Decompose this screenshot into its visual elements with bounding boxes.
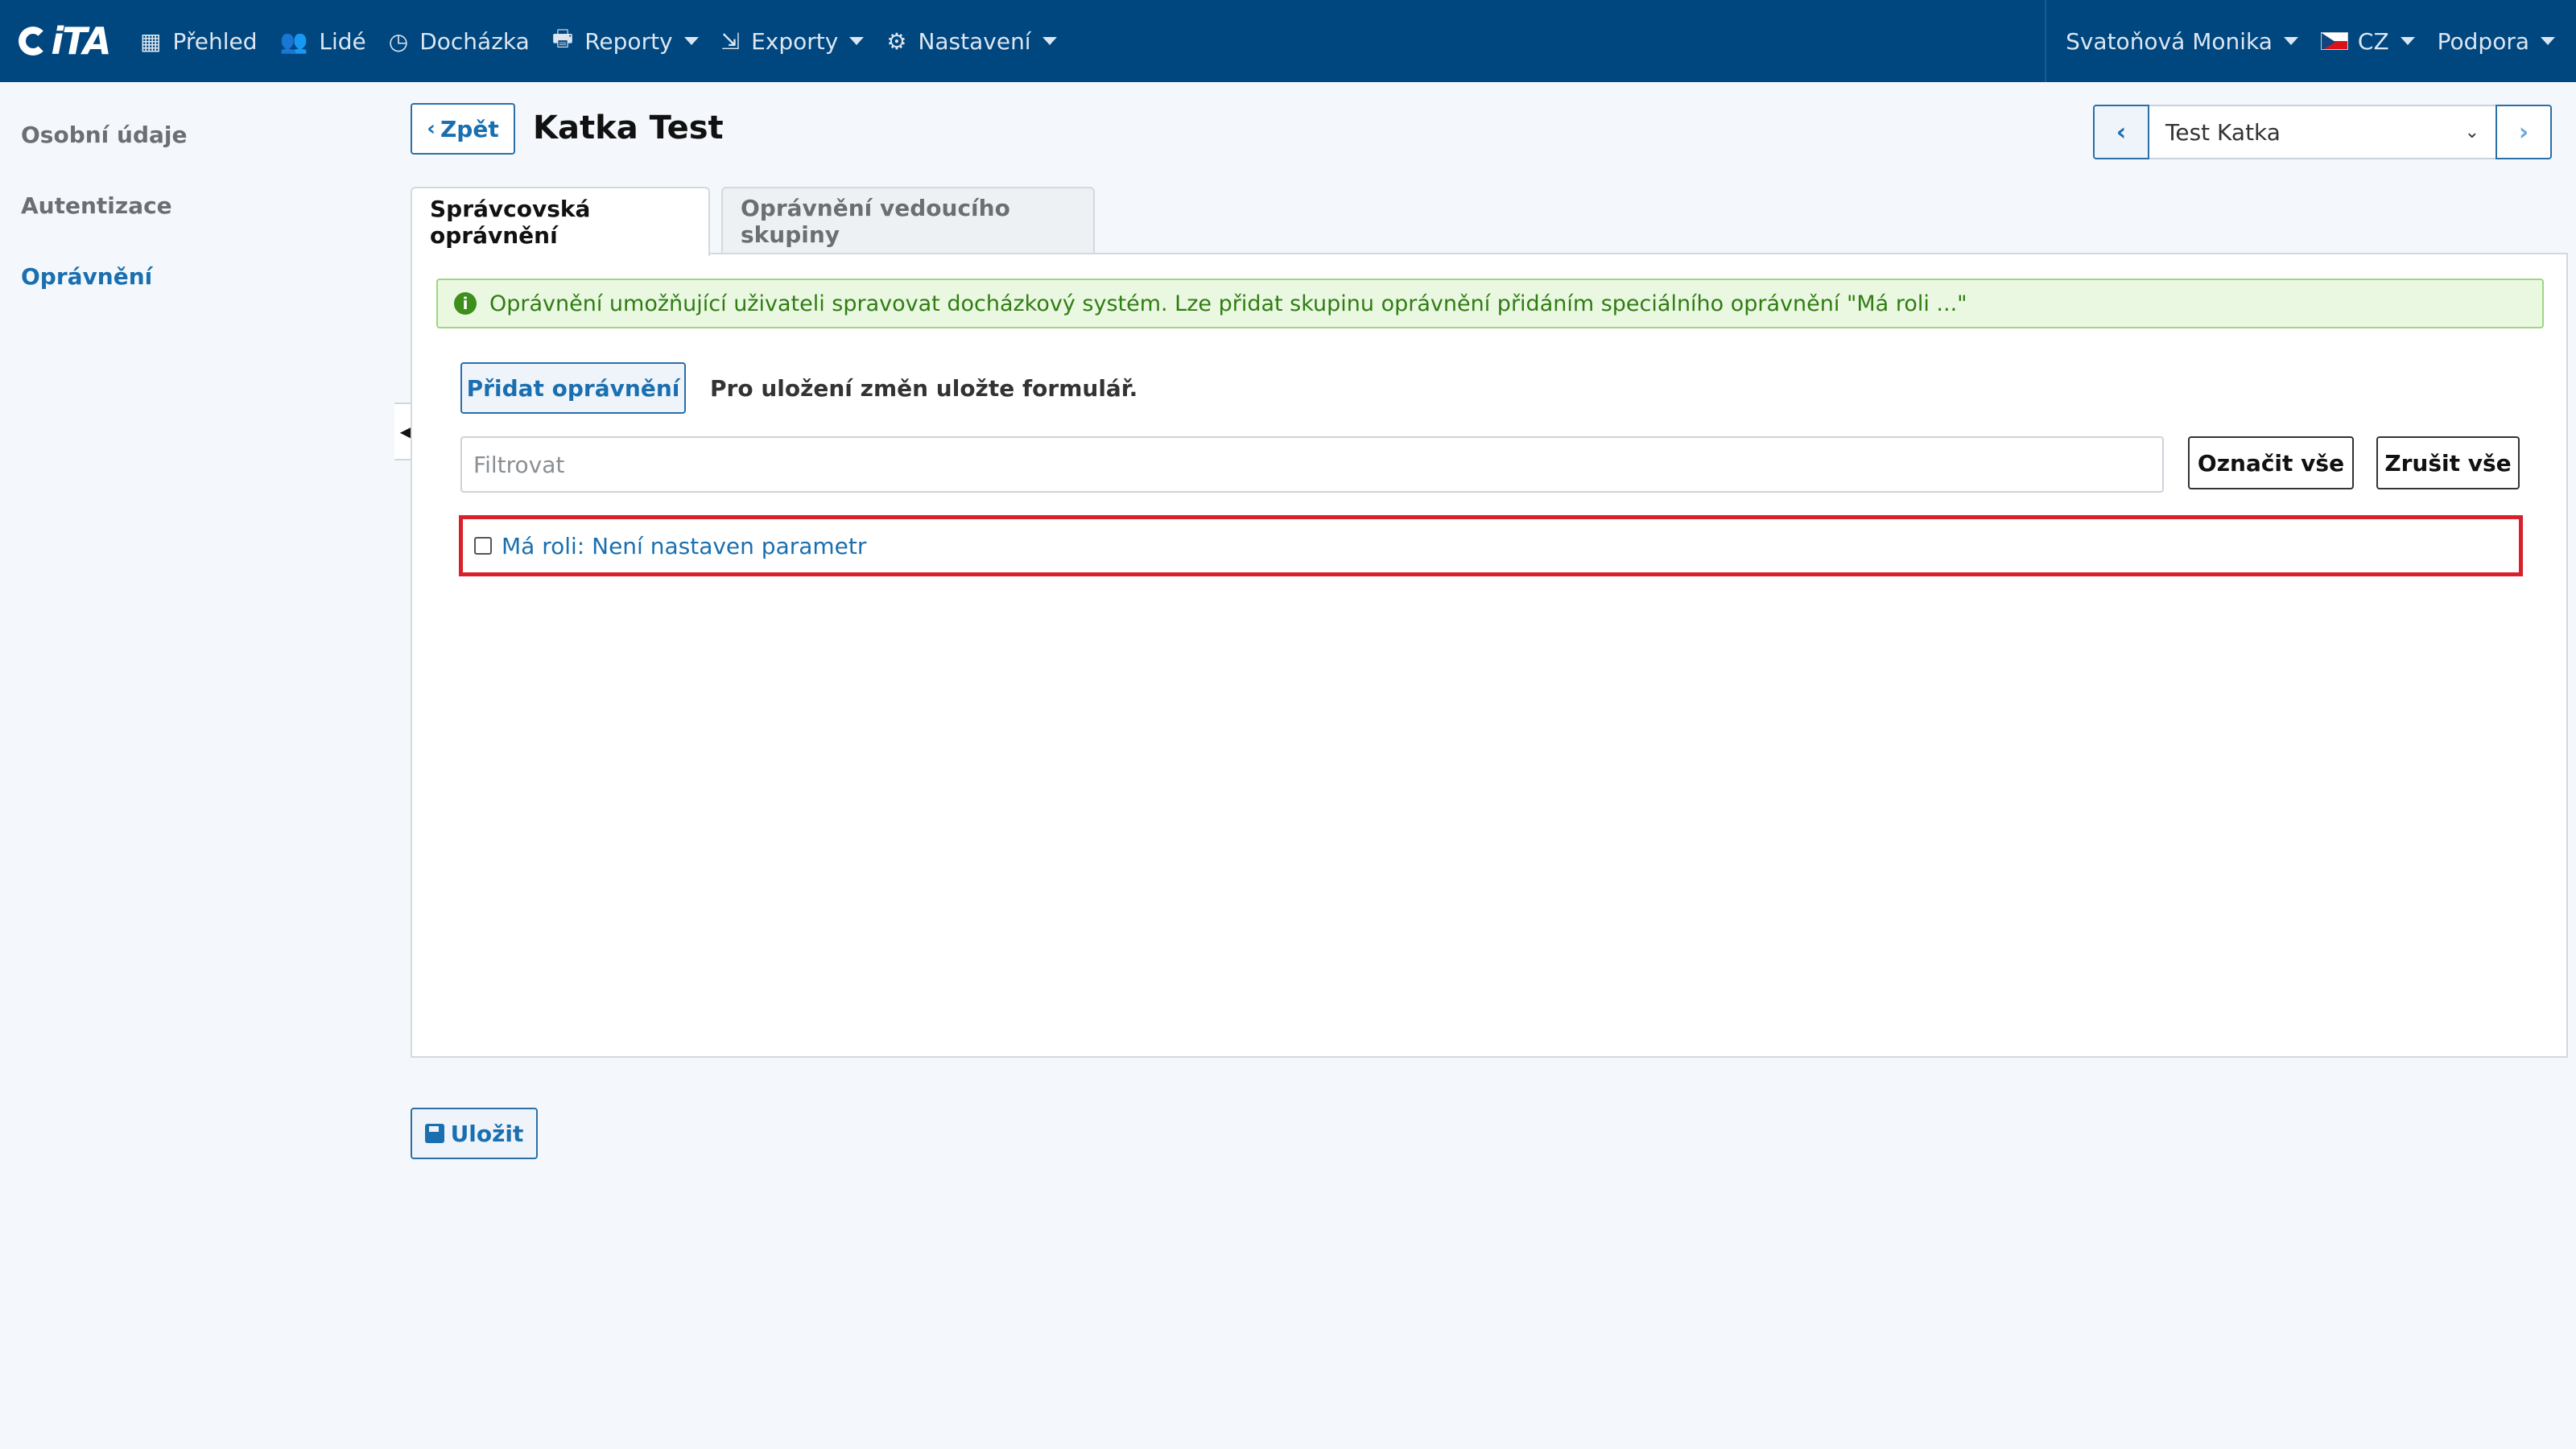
language-label: CZ (2357, 27, 2389, 55)
export-icon: ⇲ (720, 27, 741, 55)
sidebar-item-osobni-udaje[interactable]: Osobní údaje (0, 82, 386, 153)
chevron-left-icon: ‹ (2116, 118, 2127, 147)
save-label: Uložit (450, 1120, 524, 1147)
logo-text: iTA (51, 19, 111, 63)
nav-divider (2045, 0, 2047, 82)
caret-down-icon (849, 37, 865, 45)
add-permission-button[interactable]: Přidat oprávnění (460, 362, 686, 414)
save-button[interactable]: Uložit (411, 1108, 538, 1159)
tab-opravneni-vedouciho-skupiny[interactable]: Oprávnění vedoucího skupiny (721, 187, 1095, 254)
chevron-down-icon: ⌄ (2464, 122, 2479, 142)
nav-nastaveni[interactable]: ⚙ Nastavení (875, 0, 1067, 82)
permission-row: Má roli: Není nastaven parametr (459, 515, 2523, 576)
logo-ring-icon (19, 27, 48, 56)
nav-prehled[interactable]: ▦ Přehled (129, 0, 269, 82)
chevron-right-icon: › (2518, 118, 2529, 147)
user-name: Svatoňová Monika (2066, 27, 2273, 55)
info-icon: i (454, 292, 477, 315)
person-navigator: ‹ Test Katka ⌄ › (2093, 105, 2552, 159)
person-select-value: Test Katka (2165, 118, 2281, 146)
sidebar-item-opravneni[interactable]: Oprávnění (0, 224, 386, 295)
clock-icon: ◷ (388, 27, 409, 55)
filter-input[interactable] (460, 436, 2164, 493)
page-title: Katka Test (533, 109, 724, 147)
nav-label: Nastavení (918, 27, 1031, 55)
permission-checkbox[interactable] (474, 537, 492, 555)
nav-right: Svatoňová Monika CZ Podpora (2045, 0, 2576, 82)
floppy-disk-icon (424, 1124, 444, 1143)
caret-down-icon (2400, 37, 2415, 45)
users-icon: 👥 (279, 27, 308, 55)
gear-icon: ⚙ (886, 27, 907, 55)
nav-label: Docházka (419, 27, 530, 55)
caret-down-icon (1042, 37, 1057, 45)
clear-all-button[interactable]: Zrušit vše (2376, 436, 2520, 489)
next-person-button[interactable]: › (2496, 105, 2552, 159)
nav-reporty[interactable]: 🖶 Reporty (541, 0, 710, 82)
czech-flag-icon (2320, 32, 2348, 50)
nav-label: Reporty (584, 27, 673, 55)
nav-dochazka[interactable]: ◷ Docházka (378, 0, 541, 82)
save-note: Pro uložení změn uložte formulář. (710, 375, 1138, 402)
info-alert: i Oprávnění umožňující uživateli spravov… (436, 279, 2544, 328)
nav-lide[interactable]: 👥 Lidé (269, 0, 378, 82)
nav-label: Lidé (319, 27, 366, 55)
select-all-button[interactable]: Označit vše (2188, 436, 2354, 489)
nav-label: Přehled (172, 27, 258, 55)
top-navbar: iTA ▦ Přehled 👥 Lidé ◷ Docházka 🖶 Report… (0, 0, 2576, 82)
back-button[interactable]: ‹ Zpět (411, 103, 515, 155)
permissions-panel: i Oprávnění umožňující uživateli spravov… (411, 253, 2568, 1058)
app-logo[interactable]: iTA (0, 0, 129, 82)
grid-icon: ▦ (140, 27, 162, 55)
chevron-left-icon: ‹ (427, 117, 436, 141)
sidebar-item-autentizace[interactable]: Autentizace (0, 153, 386, 224)
nav-label: Exporty (751, 27, 839, 55)
support-menu[interactable]: Podpora (2426, 0, 2576, 82)
sidebar: Osobní údaje Autentizace Oprávnění (0, 82, 386, 295)
caret-down-icon (2283, 37, 2298, 45)
back-label: Zpět (440, 115, 499, 142)
tab-spravcovska-opravneni[interactable]: Správcovská oprávnění (411, 187, 710, 256)
language-menu[interactable]: CZ (2310, 0, 2426, 82)
printer-icon: 🖶 (551, 25, 574, 52)
previous-person-button[interactable]: ‹ (2093, 105, 2149, 159)
info-alert-text: Oprávnění umožňující uživateli spravovat… (489, 291, 1967, 316)
person-select[interactable]: Test Katka ⌄ (2149, 105, 2496, 159)
user-menu[interactable]: Svatoňová Monika (2054, 0, 2310, 82)
nav-exporty[interactable]: ⇲ Exporty (710, 0, 876, 82)
caret-down-icon (683, 37, 699, 45)
support-label: Podpora (2437, 27, 2529, 55)
permission-label[interactable]: Má roli: Není nastaven parametr (502, 533, 866, 559)
caret-down-icon (2541, 37, 2555, 45)
